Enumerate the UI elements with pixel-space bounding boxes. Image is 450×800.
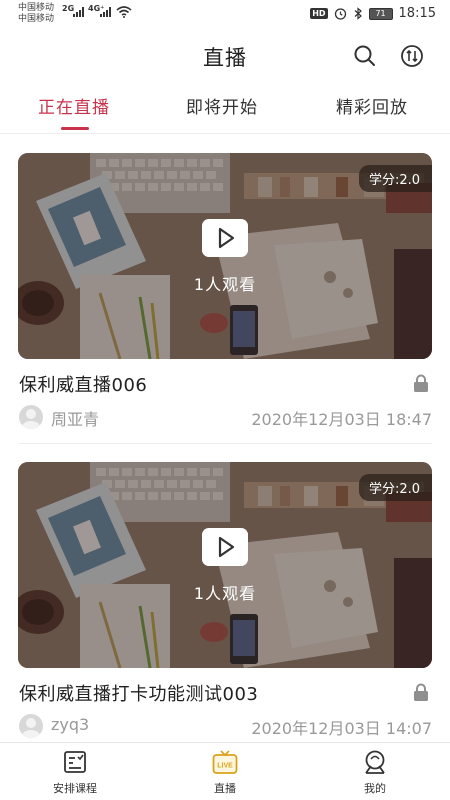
tab-bar: 正在直播 即将开始 精彩回放 bbox=[0, 82, 450, 134]
carrier-1: 中国移动 bbox=[18, 3, 55, 13]
nav-live[interactable]: LIVE 直播 bbox=[150, 743, 300, 800]
avatar bbox=[19, 405, 43, 429]
lock-icon bbox=[414, 374, 428, 392]
start-datetime: 2020年12月03日 18:47 bbox=[251, 410, 432, 429]
viewer-count: 1人观看 bbox=[193, 584, 257, 603]
nav-profile[interactable]: 我的 bbox=[300, 743, 450, 800]
avatar-icon bbox=[22, 718, 40, 738]
credit-badge: 学分:2.0 bbox=[358, 165, 432, 192]
avatar bbox=[19, 714, 43, 738]
live-tv-icon: LIVE bbox=[212, 750, 238, 774]
nav-label: 安排课程 bbox=[53, 782, 97, 795]
signal-icon bbox=[73, 7, 84, 17]
start-datetime: 2020年12月03日 14:07 bbox=[251, 719, 432, 738]
nav-label: 我的 bbox=[364, 782, 386, 795]
status-bar: 中国移动 中国移动 2G 4G⁺ HD 71 18:15 bbox=[0, 0, 450, 30]
viewer-count: 1人观看 bbox=[193, 275, 257, 294]
bluetooth-icon bbox=[354, 7, 362, 20]
play-tv-icon[interactable] bbox=[202, 528, 248, 566]
clock: 18:15 bbox=[398, 6, 436, 21]
wifi-icon bbox=[116, 6, 132, 18]
bottom-nav: 安排课程 LIVE 直播 我的 bbox=[0, 742, 450, 800]
divider bbox=[18, 443, 432, 444]
tab-upcoming[interactable]: 即将开始 bbox=[186, 93, 258, 118]
signal-icon bbox=[100, 7, 111, 17]
tab-live-now[interactable]: 正在直播 bbox=[38, 93, 110, 118]
course-title[interactable]: 保利威直播006 bbox=[19, 371, 147, 397]
page-title: 直播 bbox=[203, 46, 247, 70]
instructor-name: 周亚青 bbox=[51, 410, 100, 429]
status-right: HD 71 18:15 bbox=[310, 6, 436, 21]
carrier-2: 中国移动 bbox=[18, 14, 55, 24]
battery-icon: 71 bbox=[368, 7, 393, 20]
play-tv-icon[interactable] bbox=[202, 219, 248, 257]
schedule-icon bbox=[64, 751, 86, 773]
course-title[interactable]: 保利威直播打卡功能测试003 bbox=[19, 680, 258, 706]
course-thumbnail[interactable]: 学分:2.0 1人观看 bbox=[18, 462, 432, 668]
tab-replay[interactable]: 精彩回放 bbox=[336, 93, 408, 118]
tab-indicator bbox=[61, 127, 89, 130]
course-card[interactable]: 学分:2.0 1人观看 保利威直播打卡功能测试003 zyq3 2020年12月… bbox=[18, 462, 432, 738]
nav-label: 直播 bbox=[214, 782, 236, 795]
course-card[interactable]: 学分:2.0 1人观看 保利威直播006 周亚青 2020年12月03日 18:… bbox=[18, 153, 432, 444]
sort-icon[interactable] bbox=[399, 43, 425, 69]
search-icon[interactable] bbox=[352, 43, 378, 69]
live-badge-text: LIVE bbox=[217, 763, 233, 770]
lock-icon bbox=[414, 683, 428, 701]
hd-badge: HD bbox=[310, 8, 328, 19]
course-thumbnail[interactable]: 学分:2.0 1人观看 bbox=[18, 153, 432, 359]
avatar-icon bbox=[22, 409, 40, 429]
carrier-info: 中国移动 中国移动 bbox=[18, 3, 54, 25]
alarm-icon bbox=[334, 8, 346, 20]
credit-badge: 学分:2.0 bbox=[358, 474, 432, 501]
instructor-name: zyq3 bbox=[51, 715, 90, 734]
nav-schedule[interactable]: 安排课程 bbox=[0, 743, 150, 800]
profile-icon bbox=[365, 750, 385, 774]
header: 直播 bbox=[0, 30, 450, 82]
